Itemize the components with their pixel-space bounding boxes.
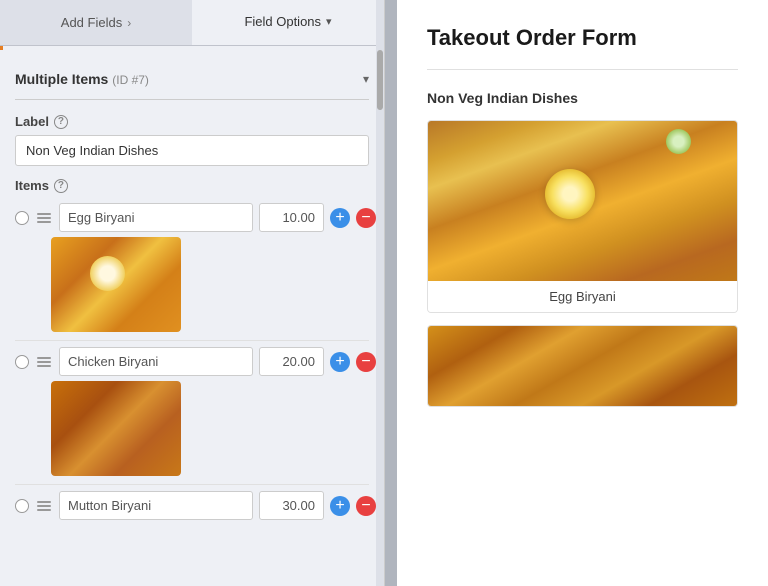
tab-add-fields-label: Add Fields <box>61 15 122 30</box>
tab-field-options-label: Field Options <box>244 14 321 29</box>
item-radio-2[interactable] <box>15 355 29 369</box>
field-title: Multiple Items (ID #7) <box>15 71 149 87</box>
item-controls-1: + − <box>15 203 369 232</box>
preview-image-egg-biryani <box>428 121 737 281</box>
list-item: + − <box>15 491 369 520</box>
items-label: Items <box>15 178 49 193</box>
add-item-button-2[interactable]: + <box>330 352 350 372</box>
add-item-button-3[interactable]: + <box>330 496 350 516</box>
tab-field-options[interactable]: Field Options ▾ <box>192 0 384 45</box>
items-label-row: Items ? <box>15 178 369 193</box>
add-item-button-1[interactable]: + <box>330 208 350 228</box>
item-name-input-3[interactable] <box>59 491 253 520</box>
remove-item-button-3[interactable]: − <box>356 496 376 516</box>
remove-item-button-1[interactable]: − <box>356 208 376 228</box>
drag-handle-3[interactable] <box>35 499 53 513</box>
label-row: Label ? <box>15 114 369 129</box>
panel-content: Multiple Items (ID #7) ▾ Label ? Items ? <box>0 46 384 586</box>
item-image-2 <box>51 381 181 476</box>
scrollbar[interactable] <box>376 0 384 586</box>
egg-biryani-thumbnail <box>51 237 181 332</box>
preview-item-name-1: Egg Biryani <box>428 281 737 312</box>
item-price-input-1[interactable] <box>259 203 324 232</box>
item-price-input-3[interactable] <box>259 491 324 520</box>
list-item: + − <box>15 203 369 332</box>
field-collapse-icon[interactable]: ▾ <box>363 72 369 86</box>
tab-add-fields[interactable]: Add Fields › <box>0 0 192 45</box>
label-field-label: Label <box>15 114 49 129</box>
chicken-biryani-thumbnail <box>51 381 181 476</box>
label-section: Label ? <box>15 114 369 166</box>
right-panel: Takeout Order Form Non Veg Indian Dishes… <box>397 0 768 586</box>
panel-divider <box>385 0 397 586</box>
items-section: Items ? + − <box>15 178 369 520</box>
preview-image-chicken-biryani <box>428 326 737 406</box>
item-controls-2: + − <box>15 347 369 376</box>
label-input[interactable] <box>15 135 369 166</box>
item-radio-1[interactable] <box>15 211 29 225</box>
add-fields-arrow-icon: › <box>127 16 131 30</box>
field-header: Multiple Items (ID #7) ▾ <box>15 61 369 100</box>
item-price-input-2[interactable] <box>259 347 324 376</box>
item-controls-3: + − <box>15 491 369 520</box>
items-help-icon[interactable]: ? <box>54 179 68 193</box>
egg-biryani-preview-thumbnail <box>428 121 737 281</box>
preview-section-label: Non Veg Indian Dishes <box>427 90 738 106</box>
form-title: Takeout Order Form <box>427 25 738 51</box>
scroll-thumb <box>377 50 383 110</box>
item-name-input-1[interactable] <box>59 203 253 232</box>
tabs-bar: Add Fields › Field Options ▾ <box>0 0 384 46</box>
left-panel: Add Fields › Field Options ▾ Multiple It… <box>0 0 385 586</box>
field-id: (ID #7) <box>112 73 149 87</box>
item-name-input-2[interactable] <box>59 347 253 376</box>
remove-item-button-2[interactable]: − <box>356 352 376 372</box>
item-separator-2 <box>15 484 369 485</box>
chicken-biryani-preview-thumbnail <box>428 326 737 406</box>
item-separator-1 <box>15 340 369 341</box>
field-options-chevron-icon: ▾ <box>326 15 332 28</box>
drag-handle-1[interactable] <box>35 211 53 225</box>
label-help-icon[interactable]: ? <box>54 115 68 129</box>
list-item: + − <box>15 347 369 476</box>
item-radio-3[interactable] <box>15 499 29 513</box>
title-divider <box>427 69 738 70</box>
preview-list-item: Egg Biryani <box>427 120 738 313</box>
item-image-1 <box>51 237 181 332</box>
drag-handle-2[interactable] <box>35 355 53 369</box>
preview-list-item <box>427 325 738 407</box>
